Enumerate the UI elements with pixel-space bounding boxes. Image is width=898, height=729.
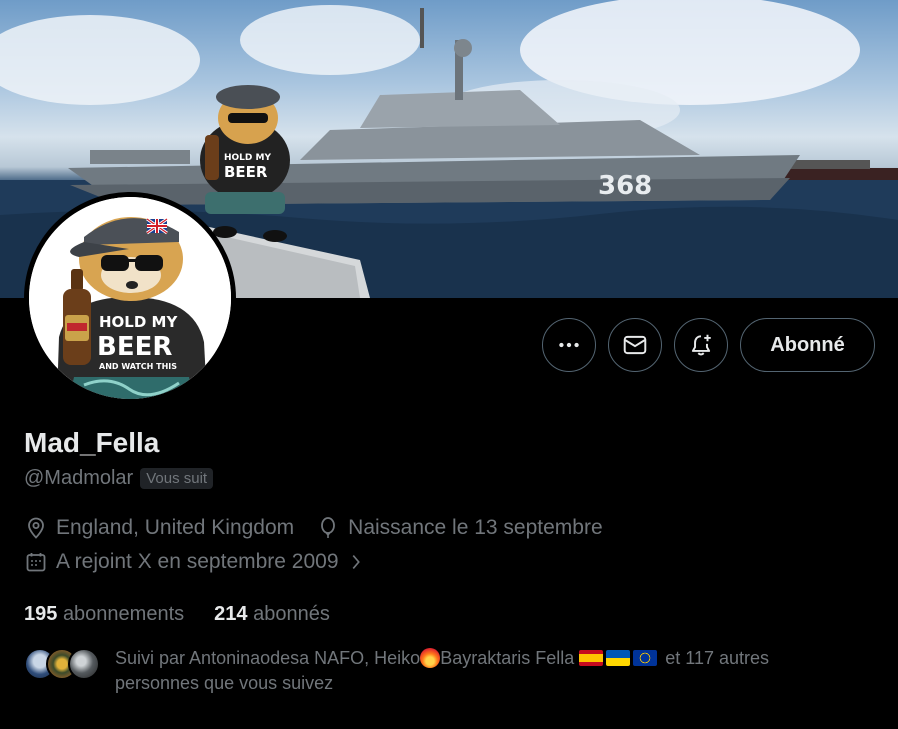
location: England, United Kingdom xyxy=(24,516,294,540)
follow-counts: 195 abonnements 214 abonnés xyxy=(24,603,330,626)
username: @Madmolar xyxy=(24,467,134,489)
more-button[interactable] xyxy=(542,318,596,372)
banner-shirt-text-2: BEER xyxy=(224,163,268,181)
display-name: Mad_Fella xyxy=(24,427,160,458)
followers-count: 214 xyxy=(214,603,248,625)
more-horizontal-icon xyxy=(559,342,579,348)
followed-by-names-2: Bayraktaris Fella xyxy=(440,648,575,668)
hull-number: 368 xyxy=(598,171,652,201)
follows-you-badge: Vous suit xyxy=(140,468,214,489)
balloon-icon xyxy=(321,517,336,538)
notify-button[interactable] xyxy=(674,318,728,372)
handle-row: @Madmolar Vous suit xyxy=(24,467,214,490)
join-date[interactable]: A rejoint X en septembre 2009 xyxy=(24,550,365,574)
avatar-shirt-text-3: AND WATCH THIS xyxy=(99,362,177,371)
mutual-avatar xyxy=(68,648,100,680)
followed-by-prefix: Suivi par xyxy=(115,648,190,668)
following-label: abonnements xyxy=(62,603,185,625)
mutual-avatars xyxy=(24,646,102,682)
followers-you-know[interactable]: Suivi par Antoninaodesa NAFO, Heiko Bayra… xyxy=(24,646,835,696)
avatar-shirt-text-2: BEER xyxy=(97,332,172,362)
following-link[interactable]: 195 abonnements xyxy=(24,603,184,626)
chevron-right-icon xyxy=(352,555,360,569)
birthday-text: Naissance le 13 septembre xyxy=(348,516,603,539)
avatar-image: HOLD MY BEER AND WATCH THIS xyxy=(29,197,231,399)
avatar[interactable]: HOLD MY BEER AND WATCH THIS xyxy=(24,192,236,404)
profile-actions: Abonné xyxy=(542,318,875,372)
location-pin-icon xyxy=(28,517,44,539)
avatar-shirt-text-1: HOLD MY xyxy=(99,313,178,331)
profile-meta-row-2: A rejoint X en septembre 2009 xyxy=(24,550,387,574)
calendar-icon xyxy=(26,553,46,572)
eu-flag-icon xyxy=(633,650,658,666)
following-count: 195 xyxy=(24,603,58,625)
join-date-text: A rejoint X en septembre 2009 xyxy=(56,550,339,573)
location-text: England, United Kingdom xyxy=(56,516,295,539)
envelope-icon xyxy=(623,335,647,355)
message-button[interactable] xyxy=(608,318,662,372)
followers-link[interactable]: 214 abonnés xyxy=(214,603,330,626)
bell-plus-icon xyxy=(691,334,711,356)
spain-flag-icon xyxy=(579,650,604,666)
birthday: Naissance le 13 septembre xyxy=(316,516,603,540)
fire-emoji-icon xyxy=(420,648,441,668)
profile-meta-row-1: England, United Kingdom Naissance le 13 … xyxy=(24,516,625,540)
followed-by-names-1: Antoninaodesa NAFO, Heiko xyxy=(189,648,421,668)
ukraine-flag-icon xyxy=(606,650,631,666)
followed-by-text: Suivi par Antoninaodesa NAFO, Heiko Bayra… xyxy=(115,646,835,696)
banner-shirt-text-1: HOLD MY xyxy=(224,153,271,163)
following-button[interactable]: Abonné xyxy=(740,318,875,372)
followers-label: abonnés xyxy=(253,603,330,625)
